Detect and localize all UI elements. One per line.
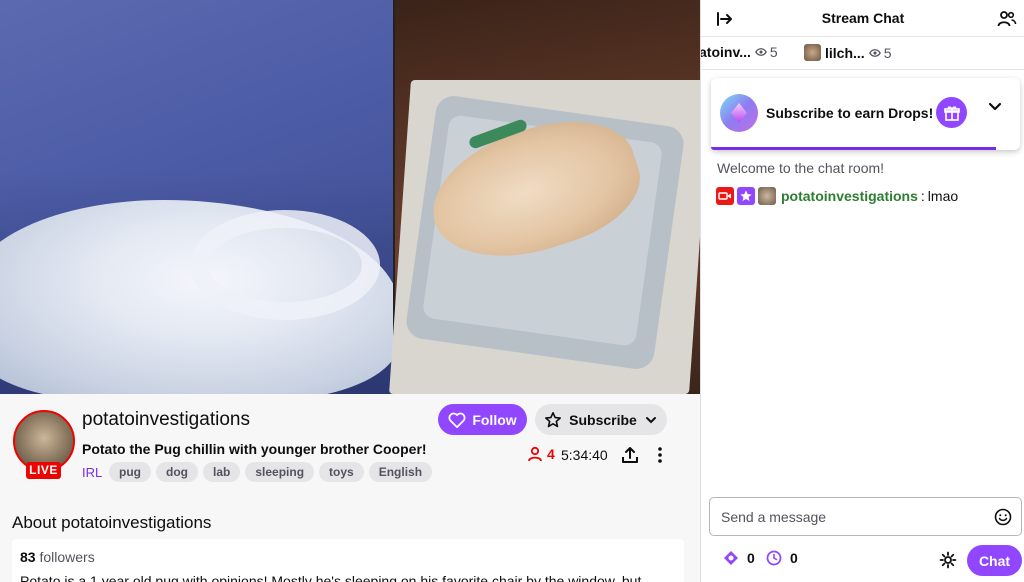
- followers-line: 83 followers: [20, 549, 95, 565]
- fluffy-bed-rim: [190, 210, 380, 320]
- person-icon: [528, 446, 542, 462]
- channel-info: LIVE potatoinvestigations Potato the Pug…: [0, 394, 700, 582]
- eye-icon: [754, 48, 767, 56]
- top-viewer-1-count-value: 5: [769, 44, 778, 60]
- category-link[interactable]: IRL: [82, 465, 102, 480]
- gift-icon: [943, 105, 960, 121]
- follow-label: Follow: [472, 411, 517, 428]
- top-viewer-2-count-value: 5: [883, 44, 892, 61]
- star-icon: [545, 411, 562, 427]
- top-viewers-bar: atoinv... 5 lilch... 5: [701, 37, 1024, 70]
- about-panel: 83 followers Potato is a 1 year old pug …: [12, 539, 684, 582]
- tag-dog[interactable]: dog: [156, 462, 198, 482]
- followers-label: followers: [39, 549, 95, 565]
- video-left-pane: [0, 0, 400, 394]
- top-viewer-1[interactable]: atoinv... 5: [701, 44, 778, 60]
- drops-gem-icon: [720, 94, 758, 132]
- watch-streak[interactable]: 0: [766, 550, 798, 566]
- chat-input[interactable]: [710, 498, 990, 535]
- tag-sleeping[interactable]: sleeping: [245, 462, 315, 482]
- emote-smiley-icon[interactable]: [994, 508, 1012, 526]
- chat-header: Stream Chat: [701, 0, 1024, 37]
- chat-footer: 0 0 Chat: [701, 544, 1024, 578]
- top-viewer-1-count: 5: [754, 44, 778, 60]
- stream-title: Potato the Pug chillin with younger brot…: [82, 441, 427, 457]
- gear-icon[interactable]: [939, 551, 957, 569]
- tag-english[interactable]: English: [368, 462, 433, 482]
- top-viewer-2-avatar: [804, 44, 821, 61]
- gift-button[interactable]: [936, 97, 967, 128]
- tag-pug[interactable]: pug: [109, 462, 151, 482]
- chat-panel: Stream Chat atoinv... 5 lilch... 5 Subsc…: [700, 0, 1024, 582]
- top-viewer-2-count: 5: [868, 44, 892, 61]
- tag-toys[interactable]: toys: [319, 462, 364, 482]
- clock-icon: [766, 550, 782, 566]
- drops-progress-bar: [711, 147, 996, 150]
- heart-icon: [448, 412, 466, 428]
- top-viewer-2-name: lilch...: [825, 44, 865, 61]
- followers-count: 83: [20, 549, 36, 565]
- subscribe-label: Subscribe: [569, 411, 637, 428]
- eye-icon: [868, 48, 881, 57]
- share-icon[interactable]: [621, 445, 639, 465]
- channel-name[interactable]: potatoinvestigations: [82, 409, 250, 431]
- chat-separator: :: [920, 188, 925, 204]
- follow-button[interactable]: Follow: [438, 404, 527, 435]
- channel-description: Potato is a 1 year old pug with opinions…: [20, 573, 642, 582]
- chat-input-box[interactable]: [709, 497, 1022, 536]
- top-viewer-2[interactable]: lilch... 5: [804, 44, 891, 61]
- star-icon: [740, 190, 752, 202]
- broadcaster-badge[interactable]: [716, 187, 734, 205]
- video-player[interactable]: [0, 0, 700, 394]
- pug-badge-icon[interactable]: [758, 187, 776, 205]
- tag-list: pug dog lab sleeping toys English: [109, 462, 433, 482]
- twitch-page: LIVE potatoinvestigations Potato the Pug…: [0, 0, 1024, 582]
- community-users-icon[interactable]: [997, 9, 1017, 29]
- chat-welcome-message: Welcome to the chat room!: [717, 160, 885, 176]
- chat-message: potatoinvestigations: lmao: [716, 187, 958, 205]
- live-badge: LIVE: [26, 462, 61, 479]
- tag-lab[interactable]: lab: [203, 462, 241, 482]
- viewer-count: 4: [527, 446, 555, 462]
- drops-banner[interactable]: Subscribe to earn Drops!: [711, 78, 1020, 150]
- more-options-icon[interactable]: [651, 445, 669, 465]
- send-chat-button[interactable]: Chat: [967, 545, 1022, 576]
- channel-points-value: 0: [747, 550, 755, 566]
- chat-title: Stream Chat: [821, 10, 905, 26]
- drops-text: Subscribe to earn Drops!: [766, 105, 934, 121]
- subscriber-badge[interactable]: [737, 187, 755, 205]
- chevron-down-icon[interactable]: [987, 99, 1003, 115]
- video-camera-icon: [718, 192, 731, 200]
- watch-streak-value: 0: [790, 550, 798, 566]
- stream-uptime: 5:34:40: [561, 447, 608, 463]
- chat-message-text: lmao: [927, 188, 959, 204]
- about-heading: About potatoinvestigations: [12, 513, 212, 532]
- chat-username[interactable]: potatoinvestigations: [781, 188, 918, 204]
- channel-points-icon: [724, 551, 738, 565]
- subscribe-button[interactable]: Subscribe: [535, 404, 667, 435]
- channel-points[interactable]: 0: [723, 550, 755, 566]
- chevron-down-icon: [645, 416, 656, 423]
- top-viewer-1-name: atoinv...: [701, 44, 751, 60]
- viewer-count-value: 4: [547, 446, 555, 462]
